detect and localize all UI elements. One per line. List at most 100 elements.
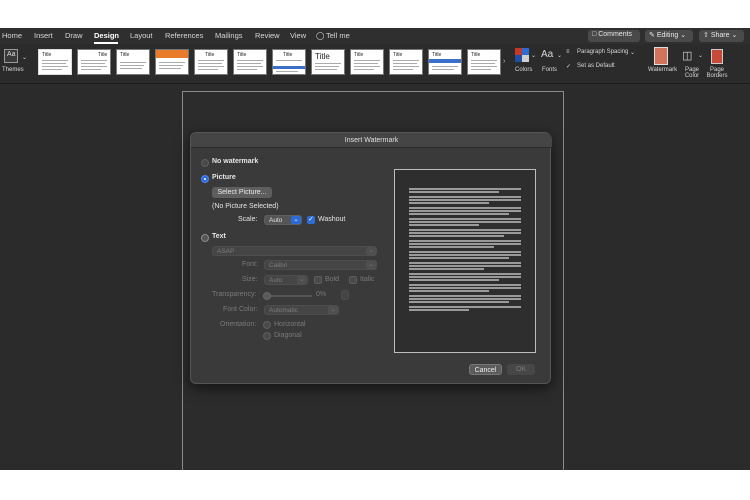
chevron-down-icon: ⌄: [630, 50, 636, 56]
diagonal-label: Diagonal: [274, 332, 302, 339]
font-color-select[interactable]: Automatic ⌄: [264, 305, 339, 315]
paragraph-spacing-icon: ≡: [566, 49, 570, 55]
font-label: Font:: [242, 261, 258, 268]
insert-watermark-dialog: Insert Watermark No watermark Picture Se…: [190, 132, 552, 384]
editing-button[interactable]: ✎ Editing ⌄: [645, 30, 693, 42]
text-radio[interactable]: [201, 234, 209, 242]
colors-icon[interactable]: [515, 48, 529, 62]
text-label: Text: [212, 233, 226, 240]
italic-checkbox[interactable]: [349, 276, 357, 284]
washout-label: Washout: [318, 216, 346, 223]
style-thumbnail[interactable]: Title: [38, 49, 72, 75]
no-picture-selected-text: (No Picture Selected): [212, 203, 279, 210]
tell-me-search[interactable]: Tell me: [326, 31, 350, 40]
scale-select[interactable]: Auto ⌄: [264, 215, 302, 225]
style-thumbnail[interactable]: Title: [389, 49, 423, 75]
colors-label: Colors: [515, 67, 533, 73]
no-watermark-label: No watermark: [212, 158, 259, 165]
chevron-down-icon: ⌄: [366, 261, 376, 269]
page-color-label: Page Color: [684, 67, 700, 79]
share-button[interactable]: ⇧ Share ⌄: [699, 30, 744, 42]
horizontal-label: Horizontal: [274, 321, 306, 328]
fonts-label: Fonts: [542, 67, 558, 73]
comment-icon: □: [592, 31, 597, 38]
style-thumbnail[interactable]: Title: [233, 49, 267, 75]
share-icon: ⇧: [703, 32, 709, 39]
page-color-icon[interactable]: ◫: [682, 49, 692, 62]
transparency-slider-handle[interactable]: [263, 292, 271, 300]
transparency-stepper[interactable]: [341, 290, 349, 300]
chevron-down-icon: ⌄: [531, 53, 537, 59]
chevron-down-icon: ⌄: [698, 53, 704, 59]
word-window: Home Insert Draw Design Layout Reference…: [0, 28, 750, 470]
picture-radio[interactable]: [201, 175, 209, 183]
scale-label: Scale:: [238, 216, 258, 223]
tab-draw[interactable]: Draw: [65, 31, 83, 40]
size-label: Size:: [242, 276, 258, 283]
chevron-right-icon[interactable]: ›: [503, 58, 505, 65]
ok-button[interactable]: OK: [507, 364, 535, 375]
style-thumbnail[interactable]: Title: [311, 49, 345, 75]
chevron-down-icon: ⌄: [297, 276, 307, 284]
no-watermark-radio[interactable]: [201, 159, 209, 167]
pencil-icon: ✎: [649, 32, 655, 39]
tab-layout[interactable]: Layout: [130, 31, 153, 40]
ribbon-tab-bar: Home Insert Draw Design Layout Reference…: [0, 28, 750, 44]
font-color-label: Font Color:: [223, 306, 258, 313]
comments-label: Comments: [598, 31, 633, 38]
comments-button[interactable]: □ Comments: [588, 30, 640, 42]
bold-label: Bold: [325, 276, 340, 283]
chevron-down-icon: ⌄: [328, 306, 338, 314]
italic-label: Italic: [360, 276, 375, 283]
picture-label: Picture: [212, 174, 236, 181]
diagonal-radio[interactable]: [263, 332, 271, 340]
set-as-default-button[interactable]: Set as Default: [577, 63, 615, 69]
dialog-title: Insert Watermark: [191, 133, 552, 148]
watermark-label: Watermark: [648, 67, 678, 73]
watermark-icon[interactable]: [654, 47, 668, 65]
cancel-button[interactable]: Cancel: [469, 364, 502, 375]
orientation-label: Orientation:: [220, 321, 257, 328]
style-thumbnail[interactable]: Title: [428, 49, 462, 75]
editing-label: Editing: [656, 32, 679, 39]
tab-design[interactable]: Design: [94, 31, 119, 40]
share-label: Share: [710, 32, 730, 39]
washout-checkbox[interactable]: ✓: [307, 216, 315, 224]
chevron-down-icon: ⌄: [557, 53, 563, 59]
size-select[interactable]: Auto ⌄: [264, 275, 308, 285]
horizontal-radio[interactable]: [263, 321, 271, 329]
watermark-preview: [394, 169, 536, 353]
tab-view[interactable]: View: [290, 31, 306, 40]
themes-label: Themes: [2, 67, 24, 73]
font-select[interactable]: Calibri ⌄: [264, 260, 377, 270]
transparency-slider[interactable]: [264, 295, 312, 297]
tab-review[interactable]: Review: [255, 31, 280, 40]
fonts-icon[interactable]: Aa: [541, 49, 553, 60]
chevron-down-icon: ⌄: [731, 32, 738, 39]
chevron-down-icon: ⌄: [680, 32, 687, 39]
style-thumbnail[interactable]: Title: [272, 49, 306, 75]
style-thumbnail[interactable]: Title: [77, 49, 111, 75]
style-thumbnail[interactable]: Title: [194, 49, 228, 75]
style-thumbnail[interactable]: [155, 49, 189, 75]
select-picture-button[interactable]: Select Picture...: [212, 187, 272, 198]
watermark-text-combo[interactable]: ASAP ⌄: [212, 246, 377, 256]
themes-icon[interactable]: Aa: [4, 49, 18, 63]
bold-checkbox[interactable]: [314, 276, 322, 284]
checkmark-circle-icon: ✓: [566, 64, 572, 70]
page-borders-label: Page Borders: [706, 67, 728, 79]
style-thumbnail[interactable]: Title: [467, 49, 501, 75]
page-borders-icon[interactable]: [711, 49, 723, 64]
paragraph-spacing-button[interactable]: Paragraph Spacing: [577, 49, 628, 55]
design-ribbon: Aa Themes ⌄ Title Title Title Title Titl…: [0, 44, 750, 84]
tab-insert[interactable]: Insert: [34, 31, 53, 40]
chevron-down-icon: ⌄: [366, 247, 376, 255]
chevron-down-icon: ⌄: [22, 55, 28, 61]
tab-mailings[interactable]: Mailings: [215, 31, 243, 40]
style-thumbnail[interactable]: Title: [116, 49, 150, 75]
transparency-label: Transparency:: [212, 291, 257, 298]
tab-home[interactable]: Home: [2, 31, 22, 40]
tab-references[interactable]: References: [165, 31, 203, 40]
style-thumbnail[interactable]: Title: [350, 49, 384, 75]
chevron-down-icon: ⌄: [291, 216, 301, 224]
